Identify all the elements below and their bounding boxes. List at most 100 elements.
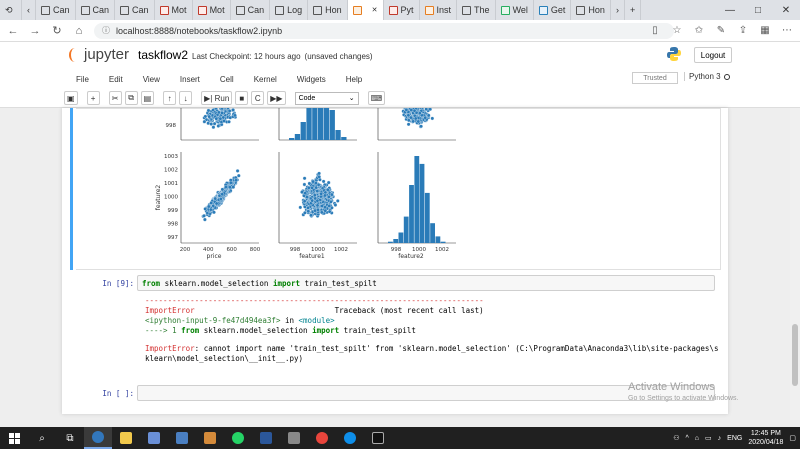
forward-icon[interactable]: → — [28, 24, 42, 38]
windows-start-icon[interactable] — [0, 427, 28, 449]
browser-tab[interactable]: Can — [115, 0, 155, 20]
command-palette-icon[interactable]: ⌨ — [367, 91, 386, 105]
favorite-star-icon[interactable]: ☆ — [670, 23, 684, 37]
browser-tab[interactable]: Hon — [571, 0, 611, 20]
maximize-button[interactable]: □ — [744, 0, 772, 20]
browser-tab[interactable]: Can — [36, 0, 76, 20]
extension-icon[interactable]: ▦ — [758, 23, 772, 37]
home-icon[interactable]: ⌂ — [72, 24, 86, 38]
feature1-feature2-point — [319, 210, 324, 215]
clock-time: 12:45 PM — [750, 430, 781, 437]
feature1-feature2-point — [323, 208, 328, 213]
insert-cell-icon[interactable]: + — [86, 91, 100, 105]
run-button[interactable]: ▶| Run — [201, 91, 233, 105]
price-feature2-point — [229, 180, 233, 185]
browser-tab[interactable]: Mot — [193, 0, 231, 20]
network-icon[interactable]: ⌂ — [695, 435, 699, 442]
browser-tab[interactable]: Wel — [496, 0, 534, 20]
task-view-icon[interactable]: ⧉ — [56, 427, 84, 449]
minimize-button[interactable]: — — [716, 0, 744, 20]
traceback-arrow: ----> 1 — [145, 326, 182, 335]
restart-icon[interactable]: C — [251, 91, 265, 105]
pen-icon[interactable]: ✎ — [714, 23, 728, 37]
favorites-icon[interactable]: ✩ — [692, 23, 706, 37]
notebook-name[interactable]: taskflow2 — [138, 48, 188, 62]
paste-icon[interactable]: ▤ — [140, 91, 155, 105]
tray-chevron-icon[interactable]: ^ — [686, 435, 689, 442]
trusted-indicator[interactable]: Trusted — [632, 72, 678, 84]
menu-view[interactable]: View — [133, 75, 170, 84]
browser-tab[interactable]: Can — [76, 0, 116, 20]
browser-tab[interactable]: Hon — [308, 0, 348, 20]
virtualbox-icon[interactable] — [168, 427, 196, 449]
terminal-icon[interactable] — [364, 427, 392, 449]
feature1-feature2-point — [302, 199, 307, 204]
top-hist-bar — [294, 134, 301, 140]
search-icon[interactable]: ⌕ — [28, 427, 56, 449]
copy-icon[interactable]: ⧉ — [124, 91, 138, 105]
back-tabs-icon[interactable]: ‹ — [22, 0, 36, 20]
whatsapp-icon[interactable] — [224, 427, 252, 449]
browser-tab[interactable]: The — [457, 0, 496, 20]
menu-insert[interactable]: Insert — [170, 75, 210, 84]
snipping-tool-icon[interactable] — [280, 427, 308, 449]
app-icon[interactable] — [196, 427, 224, 449]
browser-tab[interactable]: Pyt — [384, 0, 420, 20]
battery-icon[interactable]: ▭ — [705, 434, 712, 442]
jupyter-logo[interactable]: jupyter — [69, 46, 129, 63]
page-scrollbar[interactable] — [790, 108, 800, 427]
browser-tab[interactable]: Get — [534, 0, 572, 20]
move-up-icon[interactable]: ↑ — [163, 91, 177, 105]
browser-tab[interactable]: Mot — [155, 0, 193, 20]
save-icon[interactable]: ▣ — [64, 91, 78, 105]
word-icon[interactable] — [252, 427, 280, 449]
edge-browser-icon[interactable] — [84, 427, 112, 449]
more-tabs-icon[interactable]: › — [611, 0, 625, 20]
menu-edit[interactable]: Edit — [99, 75, 133, 84]
feature1-feature2-point — [309, 213, 313, 218]
store-icon[interactable] — [140, 427, 168, 449]
browser-tab[interactable]: Can — [231, 0, 271, 20]
logout-button[interactable]: Logout — [694, 47, 732, 63]
top-hist-bar — [318, 108, 324, 140]
reading-view-icon[interactable]: ▯ — [648, 23, 662, 37]
language-indicator[interactable]: ENG — [727, 435, 742, 442]
share-icon[interactable]: ⇪ — [736, 23, 750, 37]
move-down-icon[interactable]: ↓ — [179, 91, 193, 105]
reload-icon[interactable]: ↻ — [50, 24, 64, 38]
menu-help[interactable]: Help — [336, 75, 372, 84]
menu-kernel[interactable]: Kernel — [244, 75, 287, 84]
browser-tab[interactable]: Inst — [420, 0, 458, 20]
volume-icon[interactable]: ♪ — [718, 435, 722, 442]
scrollbar-thumb[interactable] — [792, 324, 798, 386]
top-feature2-point — [411, 119, 416, 124]
url-field[interactable]: ⓘ localhost:8888/notebooks/taskflow2.ipy… — [94, 22, 674, 39]
people-icon[interactable]: ⚇ — [673, 434, 679, 442]
menu-file[interactable]: File — [64, 75, 99, 84]
close-button[interactable]: ✕ — [772, 0, 800, 20]
cell-type-select[interactable]: Code ⌄ — [294, 91, 359, 105]
cut-icon[interactable]: ✂ — [108, 91, 122, 105]
back-icon[interactable]: ← — [6, 24, 20, 38]
file-explorer-icon[interactable] — [112, 427, 140, 449]
menu-cell[interactable]: Cell — [210, 75, 244, 84]
more-icon[interactable]: ⋯ — [780, 23, 794, 37]
selected-output-cell[interactable]: 998 1003 1002 1001 1000 999 998 997 feature2 200 4… — [70, 108, 721, 270]
browser-tab[interactable]: Log — [270, 0, 309, 20]
browser-tab[interactable]: ✕ — [347, 0, 384, 20]
x-tick-price: 600 — [226, 247, 237, 253]
clock[interactable]: 12:45 PM 2020/04/18 — [748, 429, 783, 447]
stop-icon[interactable]: ■ — [235, 91, 249, 105]
new-tab-button[interactable]: + — [625, 0, 642, 20]
price-feature2-point — [235, 169, 240, 173]
browser-tab-label: The — [474, 5, 490, 15]
restart-run-all-icon[interactable]: ▶▶ — [267, 91, 286, 105]
teamviewer-icon[interactable] — [336, 427, 364, 449]
menu-widgets[interactable]: Widgets — [287, 75, 336, 84]
code-input[interactable]: from sklearn.model_selection import trai… — [137, 275, 715, 291]
close-tab-icon[interactable]: ✕ — [372, 6, 378, 14]
notifications-icon[interactable]: ▢ — [789, 434, 796, 442]
top-feature2-point — [424, 108, 429, 111]
chrome-icon[interactable] — [308, 427, 336, 449]
tab-actions-icon[interactable]: ⟲ — [0, 0, 22, 20]
